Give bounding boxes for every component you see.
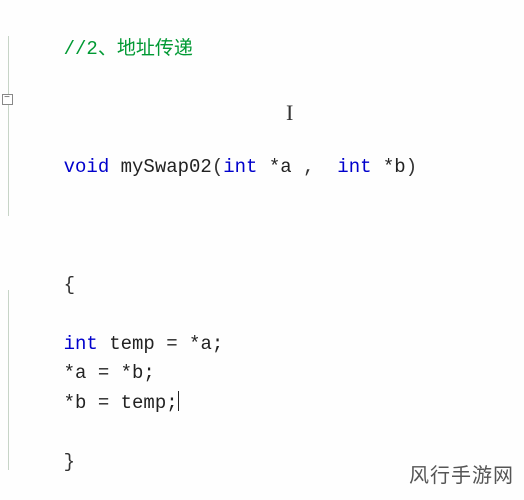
paren-close: )	[406, 156, 417, 178]
minus-icon: −	[2, 94, 13, 105]
comment-text: //2、地址传递	[64, 38, 193, 60]
comma: ,	[303, 156, 326, 178]
code-line-comment1: //2、地址传递	[18, 6, 524, 94]
indent	[18, 392, 64, 414]
indent	[18, 362, 64, 384]
type-int: int	[326, 156, 383, 178]
type-int: int	[223, 156, 269, 178]
fold-bar-block2	[8, 290, 9, 470]
code-line-b1-l2: *a = *b;	[18, 359, 524, 388]
paren-open: (	[212, 156, 223, 178]
text-cursor-icon: I	[286, 96, 293, 130]
keyword-void: void	[64, 156, 110, 178]
stmt: *a = *b;	[64, 362, 155, 384]
indent	[18, 333, 64, 355]
watermark-text: 风行手游网	[409, 461, 514, 492]
stmt: temp = *a;	[98, 333, 223, 355]
brace-close: }	[64, 451, 75, 473]
code-line-brace-open1: {	[18, 242, 524, 330]
code-line-b1-l3: *b = temp;	[18, 389, 524, 418]
stmt: *b = temp;	[64, 392, 178, 414]
fold-bar-block1	[8, 36, 9, 216]
caret-icon	[178, 391, 179, 411]
code-line-b1-l1: int temp = *a;	[18, 330, 524, 359]
type-int: int	[64, 333, 98, 355]
param-a: *a	[269, 156, 303, 178]
brace-open: {	[64, 274, 75, 296]
func-name: mySwap02	[109, 156, 212, 178]
fold-toggle-1[interactable]: −	[0, 94, 14, 105]
param-b: *b	[383, 156, 406, 178]
code-editor[interactable]: //2、地址传递 − void mySwap02(int *a , int *b…	[0, 0, 524, 500]
code-line-sig1: − void mySwap02(int *a , int *b) I	[18, 94, 524, 241]
